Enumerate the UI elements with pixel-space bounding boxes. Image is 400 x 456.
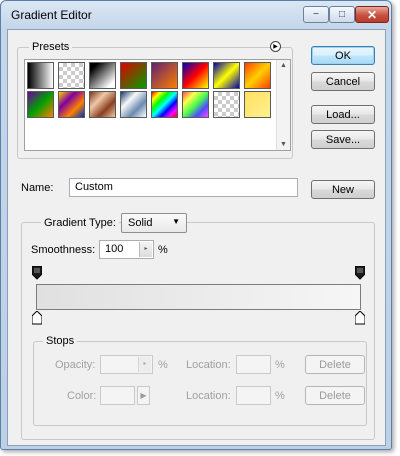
- opacity-location-unit: %: [275, 359, 285, 371]
- opacity-delete-button[interactable]: Delete: [305, 355, 365, 374]
- color-menu-icon[interactable]: ▶: [137, 386, 150, 405]
- preset-swatch-copper[interactable]: [89, 91, 116, 118]
- preset-swatch-transparent-stripes[interactable]: [213, 91, 240, 118]
- opacity-unit: %: [158, 359, 168, 371]
- close-button[interactable]: ✕: [355, 6, 389, 23]
- preset-swatch-yellow-gold[interactable]: [244, 91, 271, 118]
- color-location-field[interactable]: [236, 386, 271, 405]
- minimize-icon: −: [313, 9, 319, 20]
- opacity-location-label: Location:: [186, 359, 231, 371]
- opacity-stepper-icon[interactable]: ▸: [138, 357, 151, 372]
- preset-swatch-chrome[interactable]: [120, 91, 147, 118]
- color-label: Color:: [67, 390, 97, 402]
- chevron-down-icon: ▼: [172, 217, 180, 226]
- stops-group: [33, 341, 367, 426]
- opacity-location-field[interactable]: [236, 355, 271, 374]
- preset-swatch-blue-yellow-blue[interactable]: [213, 62, 240, 89]
- color-stop-right-icon[interactable]: [355, 311, 365, 325]
- gradient-type-select[interactable]: Solid ▼: [121, 213, 187, 233]
- gradient-preview-bar[interactable]: [36, 284, 361, 310]
- preset-swatch-blue-red-yellow[interactable]: [182, 62, 209, 89]
- presets-scrollbar[interactable]: ▲ ▼: [276, 60, 290, 150]
- gradient-editor-window: Gradient Editor − □ ✕ Presets ▶ ▲ ▼ OK C…: [0, 0, 392, 450]
- stops-label: Stops: [43, 335, 78, 347]
- maximize-icon: □: [338, 9, 346, 20]
- cancel-button[interactable]: Cancel: [311, 72, 375, 91]
- preset-swatch-spectrum[interactable]: [151, 91, 178, 118]
- color-delete-button[interactable]: Delete: [305, 386, 365, 405]
- preset-swatch-black-white[interactable]: [89, 62, 116, 89]
- new-button[interactable]: New: [311, 180, 375, 199]
- opacity-label: Opacity:: [55, 359, 96, 371]
- opacity-stop-left-icon[interactable]: [32, 266, 42, 280]
- minimize-button[interactable]: −: [303, 6, 329, 23]
- presets-label: Presets: [29, 41, 73, 53]
- opacity-field[interactable]: ▸: [100, 355, 153, 374]
- gradient-type-label: Gradient Type:: [41, 217, 119, 229]
- window-title: Gradient Editor: [11, 8, 92, 22]
- gradient-type-value: Solid: [128, 217, 153, 229]
- name-label: Name:: [21, 182, 54, 194]
- preset-swatch-violet-orange[interactable]: [151, 62, 178, 89]
- preset-swatch-transparent-rainbow[interactable]: [182, 91, 209, 118]
- presets-menu-icon[interactable]: ▶: [270, 41, 281, 52]
- opacity-stop-right-icon[interactable]: [355, 266, 365, 280]
- maximize-button[interactable]: □: [329, 6, 355, 23]
- name-field[interactable]: Custom: [69, 178, 298, 197]
- smoothness-field[interactable]: 100 ▸: [99, 240, 154, 259]
- scroll-down-icon[interactable]: ▼: [280, 141, 287, 148]
- preset-swatch-foreground-to-background[interactable]: [27, 62, 54, 89]
- scroll-up-icon[interactable]: ▲: [280, 62, 287, 69]
- smoothness-unit: %: [158, 244, 168, 256]
- preset-swatch-yellow-violet-orange-blue[interactable]: [58, 91, 85, 118]
- preset-swatch-red-green[interactable]: [120, 62, 147, 89]
- color-swatch[interactable]: [100, 386, 135, 405]
- dialog-body: Presets ▶ ▲ ▼ OK Cancel Load... Save... …: [7, 29, 386, 446]
- color-location-unit: %: [275, 390, 285, 402]
- smoothness-label: Smoothness:: [31, 244, 96, 256]
- close-icon: ✕: [366, 7, 378, 22]
- preset-swatch-foreground-to-transparent[interactable]: [58, 62, 85, 89]
- ok-button[interactable]: OK: [311, 46, 375, 65]
- load-button[interactable]: Load...: [311, 105, 375, 124]
- smoothness-value: 100: [105, 243, 124, 255]
- preset-swatch-violet-green-orange[interactable]: [27, 91, 54, 118]
- color-stop-left-icon[interactable]: [32, 311, 42, 325]
- save-button[interactable]: Save...: [311, 130, 375, 149]
- presets-list: ▲ ▼: [24, 59, 291, 151]
- color-location-label: Location:: [186, 390, 231, 402]
- smoothness-stepper-icon[interactable]: ▸: [139, 242, 152, 257]
- preset-swatch-orange-yellow-orange[interactable]: [244, 62, 271, 89]
- title-bar[interactable]: Gradient Editor − □ ✕: [1, 1, 391, 29]
